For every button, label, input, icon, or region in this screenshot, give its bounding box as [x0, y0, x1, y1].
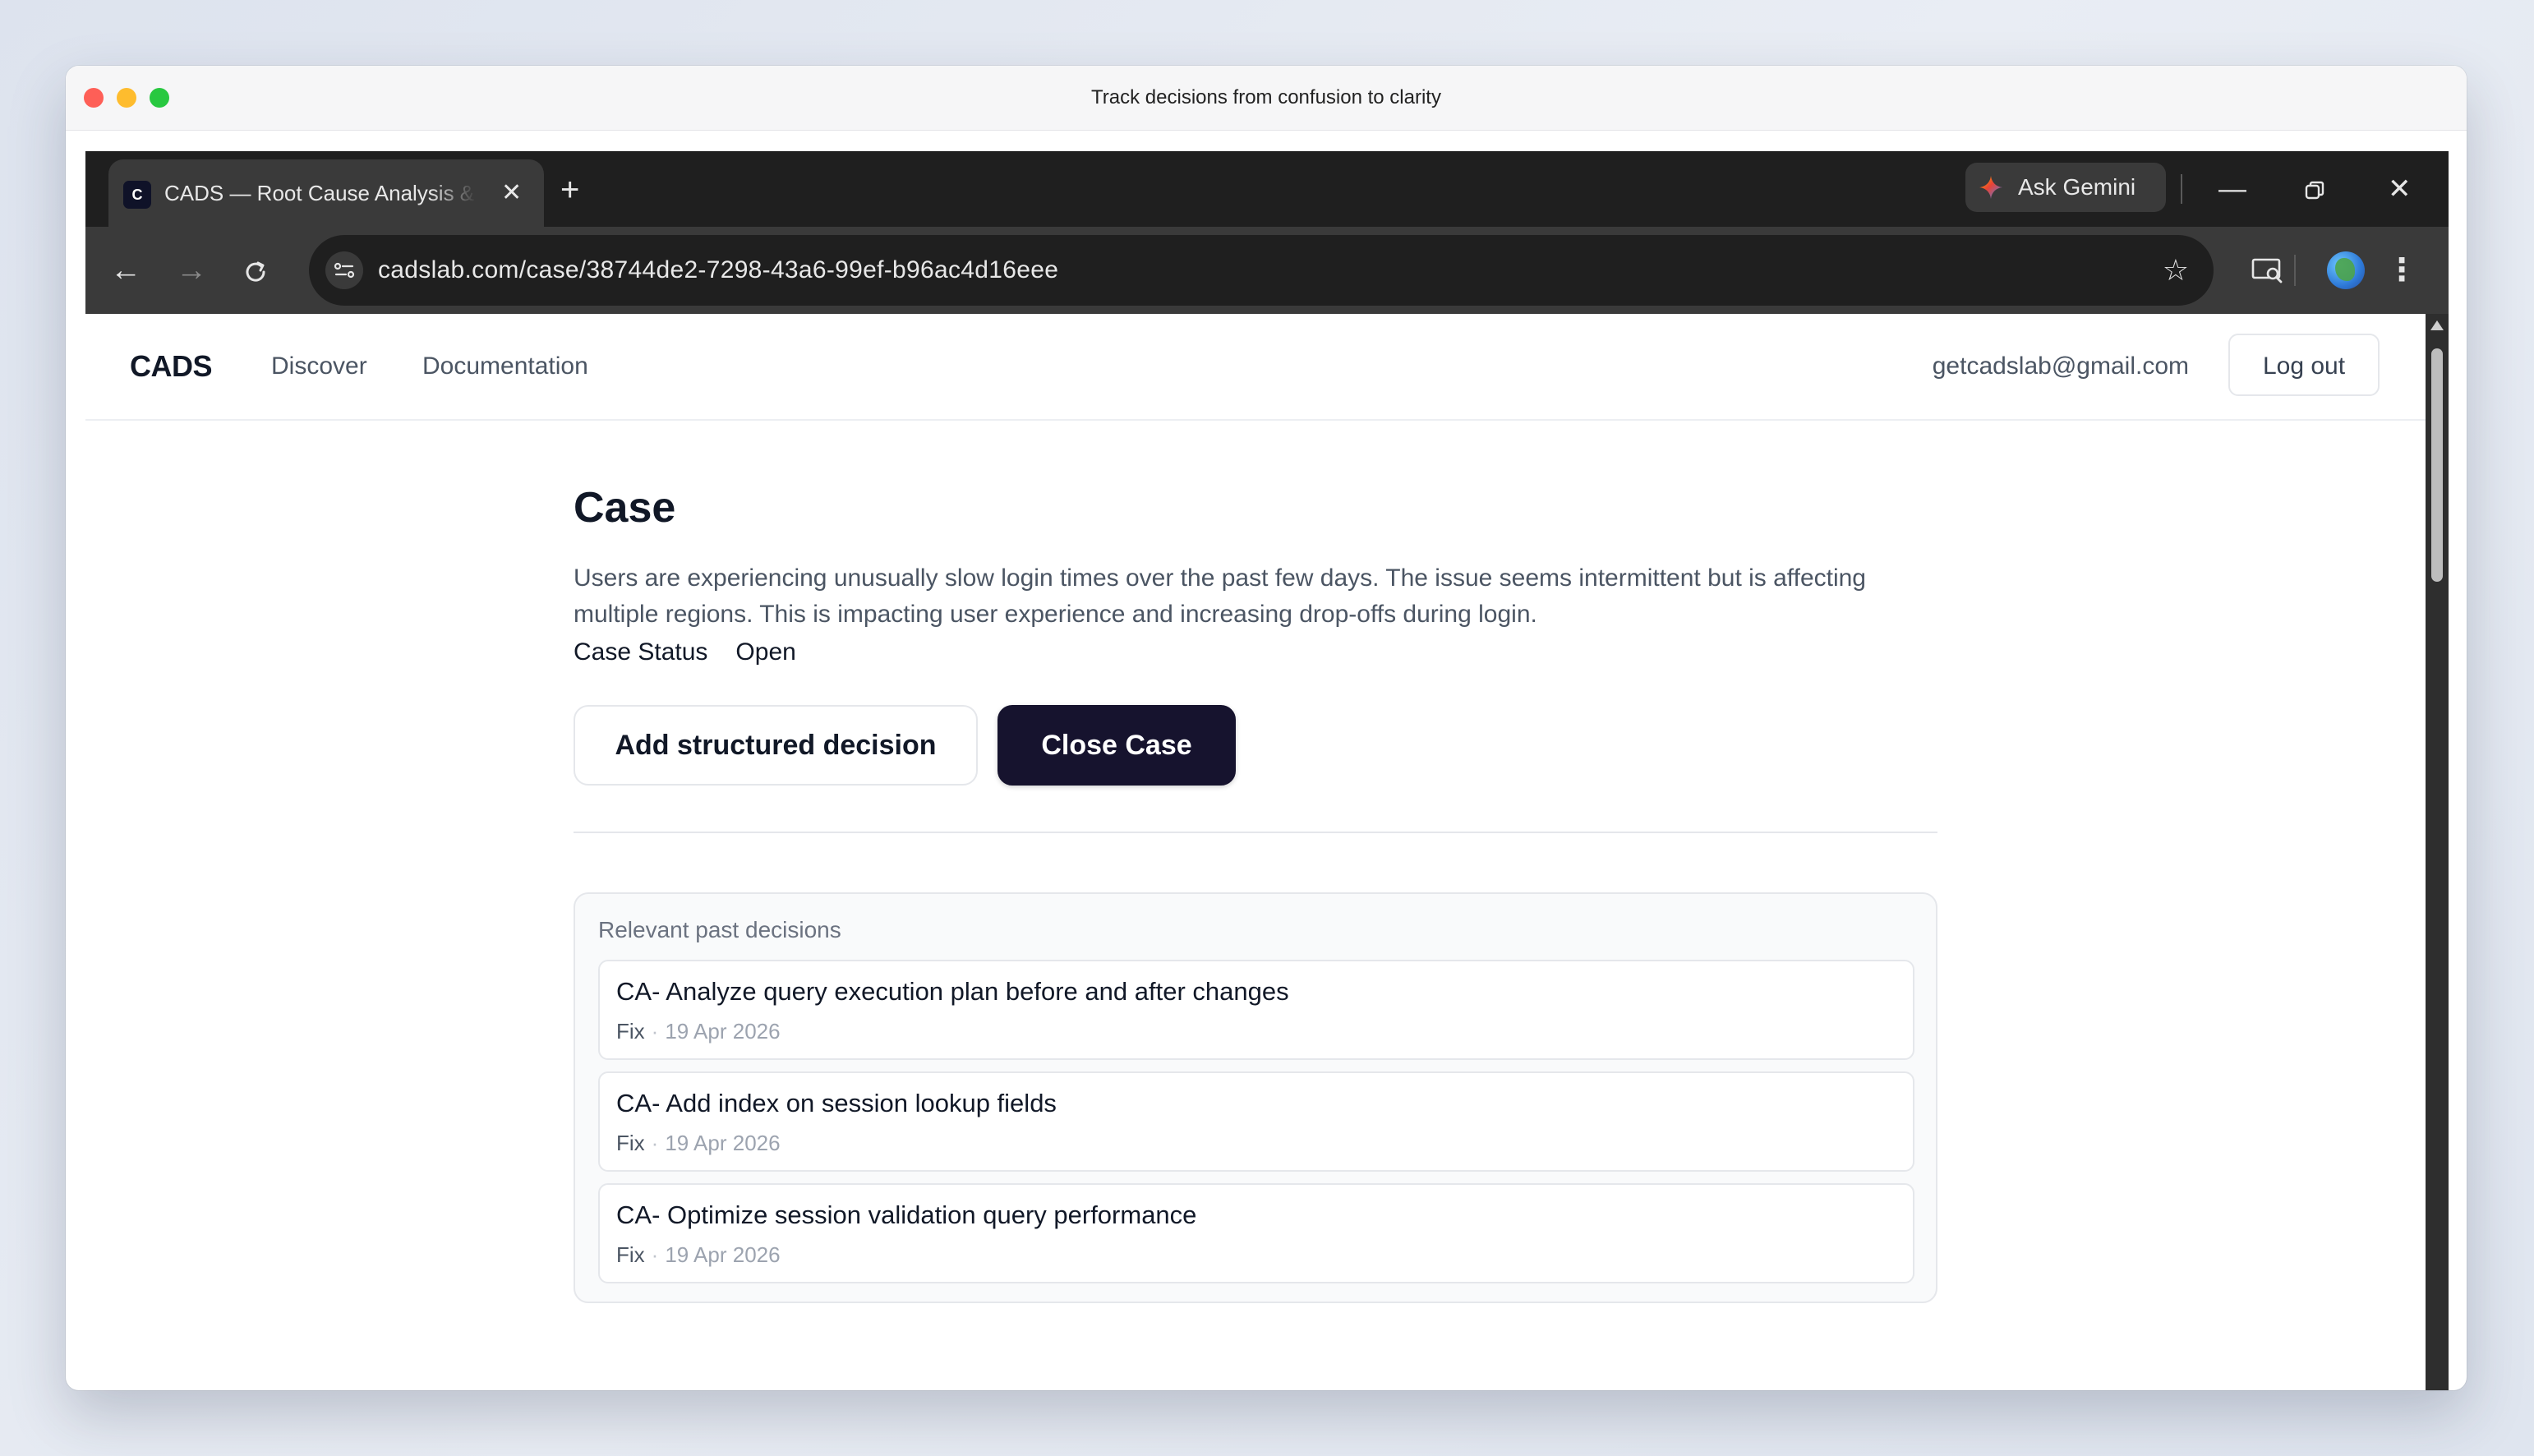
- decision-date: 19 Apr 2026: [665, 1131, 781, 1155]
- window-titlebar: Track decisions from confusion to clarit…: [66, 66, 2467, 131]
- nav-link-documentation[interactable]: Documentation: [422, 314, 588, 419]
- meta-separator: ·: [651, 1019, 659, 1044]
- minimize-icon[interactable]: —: [2218, 151, 2246, 227]
- decision-date: 19 Apr 2026: [665, 1242, 781, 1267]
- page-scrollbar[interactable]: [2426, 314, 2449, 1390]
- brand-logo[interactable]: CADS: [130, 314, 213, 419]
- decision-type: Fix: [616, 1131, 645, 1155]
- decision-title: CA- Optimize session validation query pe…: [616, 1200, 1197, 1229]
- case-description: Users are experiencing unusually slow lo…: [574, 564, 1866, 628]
- decision-date: 19 Apr 2026: [665, 1019, 781, 1044]
- decision-meta: Fix · 19 Apr 2026: [616, 1017, 781, 1045]
- tab-title: CADS — Root Cause Analysis & Decision: [164, 181, 477, 205]
- list-item[interactable]: CA- Add index on session lookup fields F…: [598, 1071, 1914, 1172]
- kebab-menu-icon[interactable]: ⋮: [2386, 227, 2417, 314]
- ask-gemini-button[interactable]: Ask Gemini: [1965, 163, 2166, 212]
- browser-tab-active[interactable]: C CADS — Root Cause Analysis & Decision …: [108, 159, 544, 227]
- past-decisions-heading: Relevant past decisions: [598, 917, 841, 942]
- url-text[interactable]: cadslab.com/case/38744de2-7298-43a6-99ef…: [378, 235, 1058, 306]
- tab-close-icon[interactable]: ✕: [501, 159, 522, 227]
- list-item[interactable]: CA- Optimize session validation query pe…: [598, 1183, 1914, 1283]
- meta-separator: ·: [651, 1131, 659, 1155]
- app-window: Track decisions from confusion to clarit…: [66, 66, 2467, 1390]
- section-divider: [574, 832, 1937, 833]
- site-header: CADS Discover Documentation getcadslab@g…: [85, 314, 2426, 421]
- past-decisions-panel: Relevant past decisions CA- Analyze quer…: [574, 892, 1937, 1303]
- site-settings-icon[interactable]: [325, 251, 363, 289]
- address-bar[interactable]: cadslab.com/case/38744de2-7298-43a6-99ef…: [309, 235, 2214, 306]
- close-case-button[interactable]: Close Case: [997, 705, 1236, 786]
- add-structured-decision-button[interactable]: Add structured decision: [574, 705, 978, 786]
- toolbar-separator: [2294, 255, 2296, 286]
- decision-type: Fix: [616, 1019, 645, 1044]
- case-status-row: Case Status Open: [574, 636, 796, 669]
- tab-strip: C CADS — Root Cause Analysis & Decision …: [85, 151, 2449, 227]
- reload-icon[interactable]: [243, 227, 268, 314]
- page-viewport: CADS Discover Documentation getcadslab@g…: [85, 314, 2426, 1390]
- gemini-sparkle-icon: [1979, 176, 2002, 199]
- decision-meta: Fix · 19 Apr 2026: [616, 1129, 781, 1157]
- list-item[interactable]: CA- Analyze query execution plan before …: [598, 960, 1914, 1060]
- close-window-icon[interactable]: ✕: [2388, 151, 2412, 227]
- window-title: Track decisions from confusion to clarit…: [1091, 86, 1441, 108]
- new-tab-button[interactable]: +: [560, 156, 579, 223]
- user-email: getcadslab@gmail.com: [1932, 352, 2189, 380]
- scrollbar-thumb[interactable]: [2431, 348, 2443, 582]
- tabstrip-separator: [2181, 174, 2182, 204]
- back-arrow-icon[interactable]: ←: [110, 227, 141, 314]
- tab-favicon: C: [123, 181, 151, 209]
- decision-meta: Fix · 19 Apr 2026: [616, 1241, 781, 1269]
- logout-button[interactable]: Log out: [2228, 334, 2380, 396]
- decision-title: CA- Add index on session lookup fields: [616, 1089, 1057, 1117]
- cast-search-icon[interactable]: [2251, 227, 2284, 314]
- browser-frame: C CADS — Root Cause Analysis & Decision …: [85, 151, 2449, 1390]
- restore-icon[interactable]: [2304, 151, 2325, 227]
- forward-arrow-icon[interactable]: →: [176, 227, 207, 314]
- nav-link-discover[interactable]: Discover: [271, 314, 367, 419]
- scroll-up-arrow-icon[interactable]: [2430, 320, 2444, 330]
- page-title: Case: [574, 484, 676, 532]
- case-status-value: Open: [735, 638, 796, 666]
- decision-title: CA- Analyze query execution plan before …: [616, 977, 1289, 1006]
- profile-avatar-icon[interactable]: [2327, 251, 2365, 289]
- meta-separator: ·: [651, 1242, 659, 1267]
- decision-type: Fix: [616, 1242, 645, 1267]
- case-status-label: Case Status: [574, 638, 708, 666]
- ask-gemini-label: Ask Gemini: [2018, 174, 2136, 200]
- browser-toolbar: ← → cadslab.com/case/38744de2-7298-43a6-…: [85, 227, 2449, 314]
- bookmark-star-icon[interactable]: ☆: [2163, 235, 2189, 306]
